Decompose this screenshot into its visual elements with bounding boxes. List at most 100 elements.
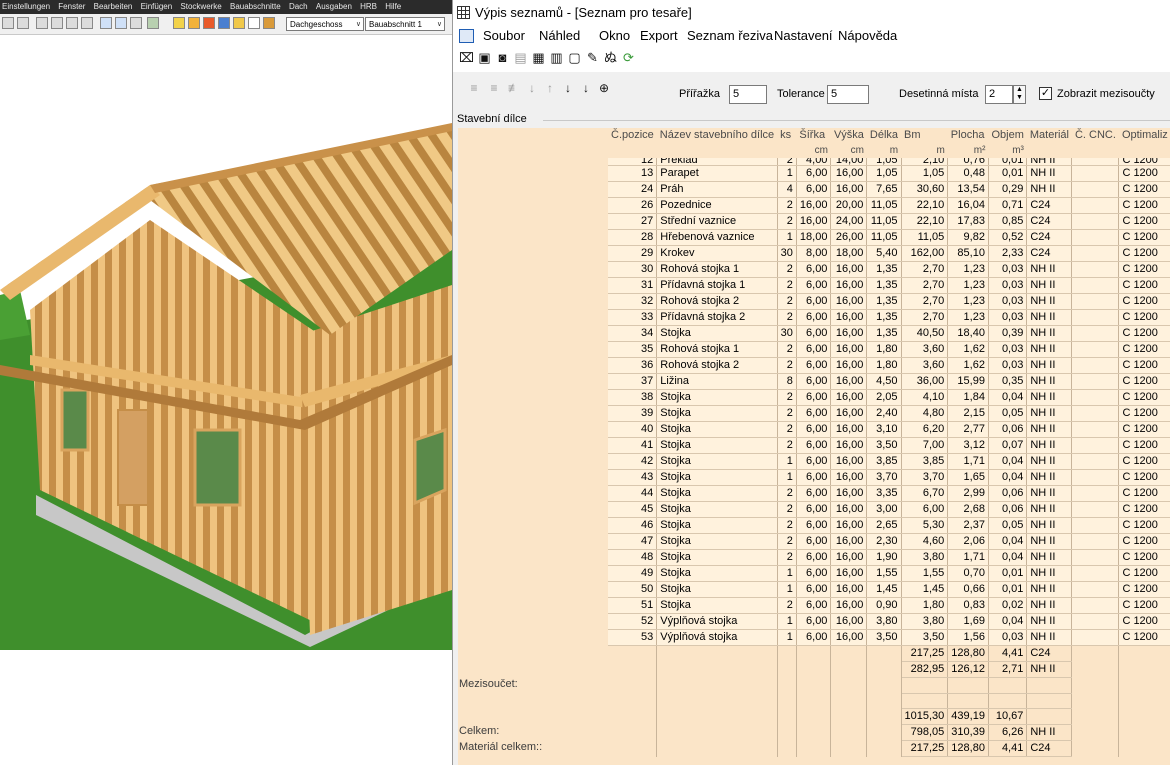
cad-menu-item[interactable]: Stockwerke [180, 2, 221, 11]
table-cell[interactable]: 2,33 [988, 245, 1028, 263]
table-cell[interactable]: 31 [608, 277, 658, 295]
table-cell[interactable]: NH II [1026, 181, 1073, 199]
table-cell[interactable]: NH II [1026, 661, 1073, 679]
table-cell[interactable]: 40 [608, 421, 658, 439]
table-cell[interactable]: 0,03 [988, 293, 1028, 311]
table-cell[interactable]: 2 [777, 261, 797, 279]
table-row[interactable]: 37 Ližina 8 6,00 16,00 4,50 36,00 15,99 0,35 NH I… [608, 373, 1170, 391]
table-cell[interactable]: 6,00 [796, 421, 832, 439]
table-cell[interactable]: 16,04 [947, 197, 989, 215]
table-cell[interactable]: 16,00 [830, 277, 868, 295]
table-cell[interactable]: 16,00 [830, 629, 868, 647]
table-cell[interactable]: NH II [1026, 565, 1073, 583]
table-row[interactable]: 29 Krokev 30 8,00 18,00 5,40 162,00 85,10 2,33 C2… [608, 245, 1170, 263]
column-header[interactable]: Č. CNC. [1071, 128, 1119, 144]
table-cell[interactable]: Rohová stojka 2 [656, 293, 778, 311]
table-cell[interactable]: NH II [1026, 357, 1073, 375]
table-cell[interactable] [830, 693, 868, 709]
table-cell[interactable]: 41 [608, 437, 658, 455]
table-cell[interactable] [1118, 693, 1170, 709]
table-cell[interactable] [1071, 293, 1120, 311]
insert-row-icon[interactable]: ≡ [467, 80, 481, 96]
table-cell[interactable]: 2,68 [947, 501, 989, 519]
table-cell[interactable]: 0,85 [988, 213, 1028, 231]
table-cell[interactable]: 1,23 [947, 277, 989, 295]
table-cell[interactable]: 1 [777, 469, 797, 487]
table-cell[interactable] [1071, 437, 1120, 455]
table-cell[interactable]: 13,54 [947, 181, 989, 199]
table-cell[interactable]: 5,30 [901, 517, 949, 535]
table-cell[interactable]: C24 [1026, 245, 1073, 263]
table-cell[interactable]: 2,70 [901, 293, 949, 311]
table-cell[interactable] [656, 708, 778, 725]
table-cell[interactable]: 39 [608, 405, 658, 423]
table-cell[interactable]: C 1200 [1118, 277, 1170, 295]
table-cell[interactable]: Stojka [656, 453, 778, 471]
table-cell[interactable]: 2 [777, 309, 797, 327]
table-cell[interactable]: 6,00 [796, 293, 832, 311]
table-row[interactable]: 47 Stojka 2 6,00 16,00 2,30 4,60 2,06 0,04 NH II C… [608, 533, 1170, 551]
table-cell[interactable]: 22,10 [901, 197, 949, 215]
table-row[interactable]: 34 Stojka 30 6,00 16,00 1,35 40,50 18,40 0,39 NH … [608, 325, 1170, 343]
table-cell[interactable]: 1,55 [901, 565, 949, 583]
table-cell[interactable]: 6,00 [796, 469, 832, 487]
database-icon[interactable]: ▤ [513, 51, 528, 65]
table-cell[interactable]: C 1200 [1118, 549, 1170, 567]
table-cell[interactable]: C 1200 [1118, 357, 1170, 375]
table-cell[interactable] [777, 677, 797, 694]
table-cell[interactable]: 16,00 [830, 469, 868, 487]
table-cell[interactable]: 1015,30 [901, 708, 949, 726]
table-cell[interactable]: 6,00 [796, 325, 832, 343]
table-cell[interactable]: 52 [608, 613, 658, 631]
table-cell[interactable]: 0,07 [988, 437, 1028, 455]
table-cell[interactable]: Přídavná stojka 1 [656, 277, 778, 295]
table-cell[interactable]: 49 [608, 565, 658, 583]
table-cell[interactable]: 0,02 [988, 597, 1028, 615]
table-cell[interactable] [796, 645, 832, 662]
column-header[interactable]: Šířka [796, 128, 831, 144]
table-cell[interactable] [830, 645, 868, 662]
table-cell[interactable]: 2 [777, 213, 797, 231]
table-cell[interactable]: 2 [777, 517, 797, 535]
table-cell[interactable]: 2 [777, 533, 797, 551]
window-tool-icon[interactable] [218, 17, 230, 29]
table-cell[interactable]: NH II [1026, 165, 1073, 183]
move-icon[interactable] [130, 17, 142, 29]
table-cell[interactable]: Ližina [656, 373, 778, 391]
table-cell[interactable]: 3,70 [866, 469, 902, 487]
summary-row[interactable]: 217,25 128,80 4,41 C24 [608, 740, 1170, 758]
table-cell[interactable] [1118, 661, 1170, 678]
table-cell[interactable]: 126,12 [947, 661, 989, 679]
table-cell[interactable]: 16,00 [830, 421, 868, 439]
table-cell[interactable] [866, 740, 902, 757]
table-row[interactable]: 38 Stojka 2 6,00 16,00 2,05 4,10 1,84 0,04 NH II C… [608, 389, 1170, 407]
table-cell[interactable] [901, 693, 949, 710]
table-cell[interactable] [947, 693, 989, 710]
table-cell[interactable]: Krokev [656, 245, 778, 263]
table-cell[interactable]: 1,45 [866, 581, 902, 599]
table-cell[interactable]: 11,05 [866, 229, 902, 247]
table-cell[interactable]: 2 [777, 597, 797, 615]
table-cell[interactable]: 6,00 [796, 485, 832, 503]
table-cell[interactable]: NH II [1026, 293, 1073, 311]
table-cell[interactable] [988, 677, 1028, 694]
table-cell[interactable]: Parapet [656, 165, 778, 183]
table-cell[interactable]: 2,10 [901, 157, 949, 167]
table-cell[interactable]: 0,39 [988, 325, 1028, 343]
table-cell[interactable]: C 1200 [1118, 373, 1170, 391]
table-cell[interactable]: 7,65 [866, 181, 902, 199]
table-cell[interactable]: 6,00 [796, 453, 832, 471]
table-cell[interactable]: 3,00 [866, 501, 902, 519]
column-header[interactable]: Délka [866, 128, 902, 144]
decimals-spinner[interactable]: ▲ ▼ [1013, 85, 1026, 104]
table-cell[interactable]: 2 [777, 197, 797, 215]
table-cell[interactable]: 51 [608, 597, 658, 615]
table-cell[interactable] [988, 693, 1028, 710]
table-cell[interactable]: 3,10 [866, 421, 902, 439]
table-cell[interactable]: C 1200 [1118, 533, 1170, 551]
table-cell[interactable]: 0,83 [947, 597, 989, 615]
table-cell[interactable]: NH II [1026, 325, 1073, 343]
table-cell[interactable]: NH II [1026, 341, 1073, 359]
summary-row[interactable]: 1015,30 439,19 10,67 [608, 708, 1170, 726]
table-cell[interactable]: 6,00 [796, 165, 832, 183]
